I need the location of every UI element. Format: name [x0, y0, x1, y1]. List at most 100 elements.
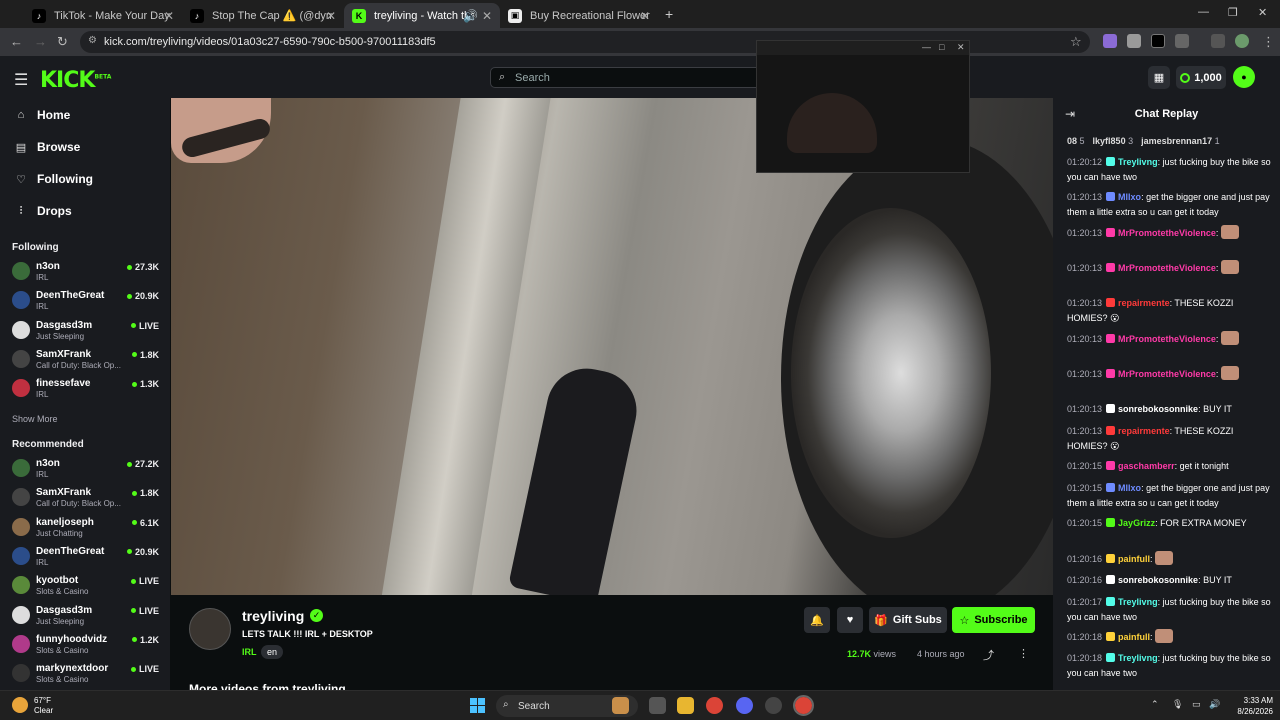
search-input[interactable]: ⌕ Search — [490, 67, 765, 88]
message-username[interactable]: gaschamberr — [1118, 461, 1175, 471]
message-username[interactable]: MrPromotetheViolence — [1118, 369, 1216, 379]
picture-in-picture-window[interactable]: — □ ✕ — [756, 40, 970, 173]
back-icon[interactable]: ← — [10, 34, 23, 49]
restore-window-icon[interactable]: ❐ — [1228, 6, 1238, 19]
extension-icon[interactable] — [1103, 34, 1117, 48]
audio-icon[interactable]: 🔊 — [463, 9, 478, 23]
volume-icon[interactable]: 🔊 — [1209, 699, 1220, 710]
start-button[interactable] — [470, 698, 485, 713]
forward-icon[interactable]: → — [34, 34, 47, 49]
channel-name[interactable]: treyliving — [242, 608, 304, 624]
sidebar-channel-deenthegreat[interactable]: DeenTheGreat IRL 20.9K — [12, 288, 162, 316]
microphone-icon[interactable]: 🎙 — [1172, 699, 1183, 710]
close-tab-icon[interactable]: ✕ — [164, 9, 174, 23]
user-avatar[interactable]: ● — [1233, 66, 1255, 88]
reload-icon[interactable]: ↻ — [57, 34, 68, 50]
kick-logo[interactable]: KICKBETA — [40, 68, 111, 93]
sidebar-channel-kaneljoseph[interactable]: kaneljoseph Just Chatting 6.1K — [12, 515, 162, 543]
sidebar-channel-funnyhoodvidz[interactable]: funnyhoodvidz Slots & Casino 1.2K — [12, 632, 162, 660]
extensions-puzzle-icon[interactable] — [1175, 34, 1189, 48]
dashboard-button[interactable]: ▦ — [1148, 66, 1170, 89]
weather-widget[interactable]: 67°F Clear — [34, 696, 53, 716]
sidebar-channel-kyootbot[interactable]: kyootbot Slots & Casino LIVE — [12, 573, 162, 601]
chrome-active-icon[interactable] — [793, 695, 814, 716]
sidebar-channel-samxfrank[interactable]: SamXFrank Call of Duty: Black Op... 1.8K — [12, 485, 162, 513]
message-username[interactable]: repairmente — [1118, 426, 1170, 436]
message-username[interactable]: MrPromotetheViolence — [1118, 334, 1216, 344]
tray-overflow-icon[interactable]: ⌃ — [1151, 699, 1159, 710]
message-username[interactable]: painfull — [1118, 554, 1150, 564]
message-username[interactable]: sonrebokosonnike — [1118, 404, 1198, 414]
close-window-icon[interactable]: ✕ — [1258, 6, 1267, 19]
extension-icon[interactable] — [1151, 34, 1165, 48]
menu-icon[interactable]: ☰ — [14, 70, 28, 90]
message-username[interactable]: Treylivng — [1118, 157, 1158, 167]
app-icon[interactable] — [765, 697, 782, 714]
message-username[interactable]: JayGrizz — [1118, 518, 1155, 528]
discord-icon[interactable] — [736, 697, 753, 714]
nav-browse[interactable]: ▤ Browse — [15, 140, 81, 154]
message-username[interactable]: MrPromotetheViolence — [1118, 263, 1216, 273]
nav-drops[interactable]: ⫶ Drops — [15, 204, 72, 218]
sidebar-channel-n3on[interactable]: n3on IRL 27.3K — [12, 259, 162, 287]
tab-treyliving[interactable]: K treyliving - Watch the VOD 🔊 ✕ — [344, 3, 500, 28]
notification-button[interactable]: 🔔 — [804, 607, 830, 633]
category-link[interactable]: IRL — [242, 647, 257, 657]
close-tab-icon[interactable]: ✕ — [640, 9, 650, 23]
message-username[interactable]: Mllxo — [1118, 192, 1141, 202]
more-options-icon[interactable]: ⋮ — [1018, 647, 1029, 660]
weather-icon[interactable] — [12, 697, 28, 713]
file-explorer-icon[interactable] — [677, 697, 694, 714]
new-tab-button[interactable]: + — [665, 6, 673, 22]
tab-stop-the-cap[interactable]: ♪ Stop The Cap ⚠️ (@dymestay... ✕ — [182, 3, 344, 28]
task-view-icon[interactable] — [649, 697, 666, 714]
reading-list-icon[interactable] — [1211, 34, 1225, 48]
search-highlight-icon[interactable] — [612, 697, 629, 714]
top-gifter[interactable]: lkyfl850 3 — [1093, 136, 1134, 146]
close-tab-icon[interactable]: ✕ — [326, 9, 336, 23]
message-username[interactable]: MrPromotetheViolence — [1118, 228, 1216, 238]
message-username[interactable]: Treylivng — [1118, 597, 1158, 607]
sidebar-channel-dasgasd3m[interactable]: Dasgasd3m Just Sleeping LIVE — [12, 318, 162, 346]
subscribe-button[interactable]: ☆ Subscribe — [952, 607, 1035, 633]
sidebar-channel-samxfrank[interactable]: SamXFrank Call of Duty: Black Op... 1.8K — [12, 347, 162, 375]
message-username[interactable]: painfull — [1118, 632, 1150, 642]
viewer-count: LIVE — [130, 576, 159, 586]
chrome-icon[interactable] — [706, 697, 723, 714]
kick-credits-button[interactable]: 1,000 — [1176, 66, 1226, 89]
profile-avatar-icon[interactable] — [1235, 34, 1249, 48]
sidebar-channel-n3on[interactable]: n3on IRL 27.2K — [12, 456, 162, 484]
channel-name: n3on — [36, 261, 60, 272]
message-username[interactable]: repairmente — [1118, 298, 1170, 308]
webcam-feed — [787, 93, 877, 153]
channel-avatar[interactable] — [189, 608, 231, 650]
nav-home[interactable]: ⌂ Home — [15, 108, 71, 122]
message-username[interactable]: sonrebokosonnike — [1118, 575, 1198, 585]
sidebar-channel-markynextdoor[interactable]: markynextdoor Slots & Casino LIVE — [12, 661, 162, 689]
pip-minimize-icon[interactable]: — — [922, 42, 931, 52]
gift-subs-button[interactable]: 🎁 Gift Subs — [869, 607, 947, 633]
tab-buy-flower[interactable]: ▣ Buy Recreational Flower in Las... ✕ — [500, 3, 658, 28]
top-gifter[interactable]: jamesbrennan17 1 — [1141, 136, 1220, 146]
follow-button[interactable]: ♥ — [837, 607, 863, 633]
extension-icon[interactable] — [1127, 34, 1141, 48]
close-tab-icon[interactable]: ✕ — [482, 9, 492, 23]
pip-close-icon[interactable]: ✕ — [957, 42, 965, 53]
sidebar-channel-deenthegreat[interactable]: DeenTheGreat IRL 20.9K — [12, 544, 162, 572]
minimize-window-icon[interactable]: — — [1198, 6, 1209, 18]
system-clock[interactable]: 3:33 AM 8/26/2026 — [1225, 695, 1273, 717]
share-icon[interactable]: ⤴ — [983, 647, 994, 663]
pip-maximize-icon[interactable]: □ — [939, 42, 944, 52]
tab-tiktok[interactable]: ♪ TikTok - Make Your Day ✕ — [24, 3, 182, 28]
site-info-icon[interactable]: ⚙ — [88, 35, 97, 46]
sidebar-channel-finessefave[interactable]: finessefave IRL 1.3K — [12, 376, 162, 404]
browser-menu-icon[interactable]: ⋮ — [1262, 34, 1275, 50]
nav-following[interactable]: ♡ Following — [15, 172, 93, 186]
show-more-link[interactable]: Show More — [12, 414, 58, 424]
message-username[interactable]: Mllxo — [1118, 483, 1141, 493]
top-gifter[interactable]: 08 5 — [1067, 136, 1085, 146]
network-icon[interactable]: ▭ — [1192, 699, 1201, 710]
bookmark-star-icon[interactable]: ☆ — [1070, 34, 1082, 50]
sidebar-channel-dasgasd3m[interactable]: Dasgasd3m Just Sleeping LIVE — [12, 603, 162, 631]
message-username[interactable]: Treylivng — [1118, 653, 1158, 663]
